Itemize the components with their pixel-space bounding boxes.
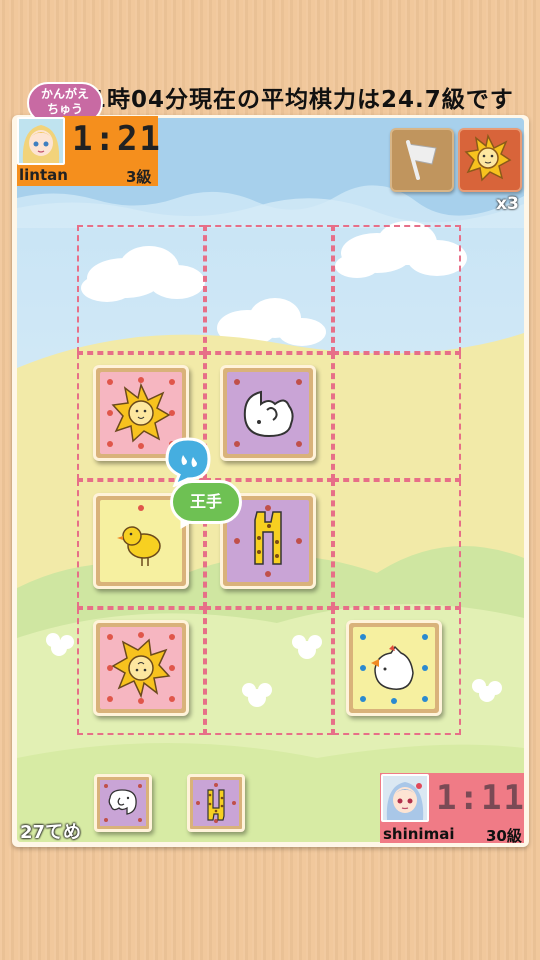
board-cell[interactable] <box>205 225 333 353</box>
player-rank: 30級 <box>486 827 522 845</box>
player-name: shinimai <box>383 825 455 843</box>
flag-icon <box>406 140 437 180</box>
giraffe-icon <box>196 783 236 823</box>
opponent-rank: 3級 <box>126 168 152 186</box>
board-cell[interactable] <box>205 607 333 735</box>
thinking-text-line2: ちゅう <box>46 102 83 116</box>
hand-piece-elephant[interactable] <box>94 774 152 832</box>
elephant-icon <box>104 784 142 822</box>
hint-button[interactable] <box>458 128 522 192</box>
resign-button[interactable] <box>390 128 454 192</box>
opponent-avatar <box>17 117 65 165</box>
piece-lion-opponent[interactable] <box>93 620 189 716</box>
opponent-timer: 1:21 <box>72 119 162 159</box>
hen-icon <box>360 634 428 704</box>
hint-count: x3 <box>496 194 519 214</box>
piece-elephant-opponent[interactable] <box>220 365 316 461</box>
opponent-name: lintan <box>19 166 68 184</box>
move-count: 27てめ <box>20 822 82 843</box>
lion-icon <box>107 632 175 704</box>
piece-hen-opponent[interactable] <box>346 620 442 716</box>
player-avatar <box>381 774 429 822</box>
chick-icon <box>117 505 161 566</box>
hand-piece-giraffe[interactable] <box>187 774 245 832</box>
check-bubble: 王手 <box>170 480 242 524</box>
lion-icon <box>464 133 512 182</box>
average-rank-ticker: 1時04分現在の平均棋力は24.7級です <box>90 87 514 113</box>
thinking-text-line1: かんがえ <box>40 87 89 101</box>
board-cell[interactable] <box>333 480 461 608</box>
board-cell[interactable] <box>77 225 205 353</box>
player-timer: 1:11 <box>436 778 526 818</box>
board-cell[interactable] <box>333 225 461 353</box>
elephant-icon <box>234 379 302 447</box>
board-cell[interactable] <box>333 352 461 480</box>
